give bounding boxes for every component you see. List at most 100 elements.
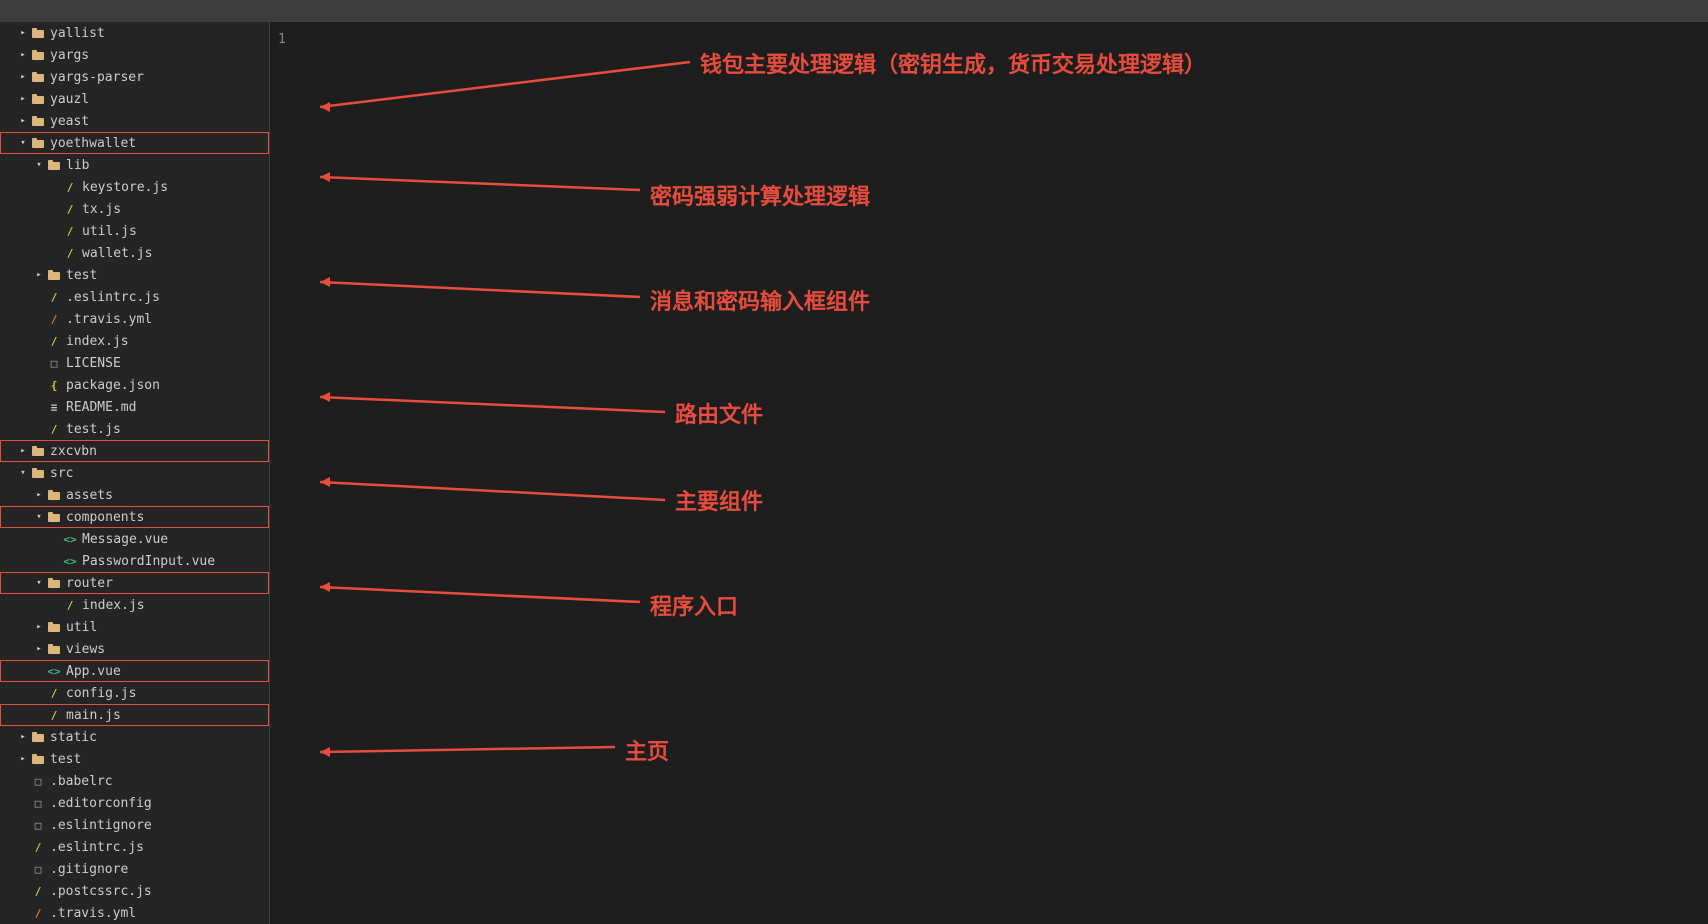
tree-label-yoethwallet: yoethwallet bbox=[50, 136, 265, 151]
tree-label-.eslintignore: .eslintignore bbox=[50, 818, 265, 833]
tree-label-components: components bbox=[66, 510, 265, 525]
tree-item-components[interactable]: ▾ components bbox=[0, 506, 269, 528]
tree-item-LICENSE[interactable]: □LICENSE bbox=[0, 352, 269, 374]
tree-item-util.js[interactable]: /util.js bbox=[0, 220, 269, 242]
file-icon-.editorconfig: □ bbox=[30, 795, 46, 811]
tree-item-.editorconfig[interactable]: □ .editorconfig bbox=[0, 792, 269, 814]
tree-item-.eslintrc.js-root[interactable]: / .eslintrc.js bbox=[0, 836, 269, 858]
tree-label-views: views bbox=[66, 642, 265, 657]
tree-item-wallet.js[interactable]: /wallet.js bbox=[0, 242, 269, 264]
tree-item-tx.js[interactable]: /tx.js bbox=[0, 198, 269, 220]
file-icon-config.js: / bbox=[46, 685, 62, 701]
tree-label-.eslintrc.js-root: .eslintrc.js bbox=[50, 840, 265, 855]
sidebar: ▸yallist▸yargs▸yargs-parser▸yauzl▸yeast▾… bbox=[0, 22, 270, 924]
tree-item-test-root[interactable]: ▸ test bbox=[0, 748, 269, 770]
tree-label-util: util bbox=[66, 620, 265, 635]
tree-item-App.vue[interactable]: <>App.vue bbox=[0, 660, 269, 682]
tree-item-yallist[interactable]: ▸yallist bbox=[0, 22, 269, 44]
svg-text:钱包主要处理逻辑（密钥生成，货币交易处理逻辑）: 钱包主要处理逻辑（密钥生成，货币交易处理逻辑） bbox=[700, 52, 1206, 77]
tree-item-test[interactable]: ▸ test bbox=[0, 264, 269, 286]
tree-item-router[interactable]: ▾ router bbox=[0, 572, 269, 594]
tree-label-yeast: yeast bbox=[50, 114, 265, 129]
tree-item-.babelrc[interactable]: □ .babelrc bbox=[0, 770, 269, 792]
tree-item-config.js[interactable]: / config.js bbox=[0, 682, 269, 704]
svg-text:路由文件: 路由文件 bbox=[675, 402, 763, 427]
svg-text:消息和密码输入框组件: 消息和密码输入框组件 bbox=[650, 289, 870, 314]
tree-label-assets: assets bbox=[66, 488, 265, 503]
tree-label-test: test bbox=[66, 268, 265, 283]
file-icon-router-index.js: / bbox=[62, 597, 78, 613]
folder-arrow-test[interactable]: ▸ bbox=[32, 268, 46, 282]
folder-arrow-src[interactable]: ▾ bbox=[16, 466, 30, 480]
folder-arrow-static[interactable]: ▸ bbox=[16, 730, 30, 744]
tree-label-.editorconfig: .editorconfig bbox=[50, 796, 265, 811]
tree-item-.travis.yml-root[interactable]: /.travis.yml bbox=[0, 902, 269, 924]
tree-item-assets[interactable]: ▸ assets bbox=[0, 484, 269, 506]
file-icon-LICENSE: □ bbox=[46, 355, 62, 371]
tree-label-static: static bbox=[50, 730, 265, 745]
folder-icon-router bbox=[46, 575, 62, 591]
tree-item-src[interactable]: ▾src bbox=[0, 462, 269, 484]
tree-label-router: router bbox=[66, 576, 265, 591]
folder-arrow-router[interactable]: ▾ bbox=[32, 576, 46, 590]
tree-item-router-index.js[interactable]: /index.js bbox=[0, 594, 269, 616]
tree-item-README.md[interactable]: ≡README.md bbox=[0, 396, 269, 418]
tree-label-zxcvbn: zxcvbn bbox=[50, 444, 265, 459]
tree-item-yoethwallet[interactable]: ▾ yoethwallet bbox=[0, 132, 269, 154]
folder-arrow-yargs-parser[interactable]: ▸ bbox=[16, 70, 30, 84]
tree-item-PasswordInput.vue[interactable]: <>PasswordInput.vue bbox=[0, 550, 269, 572]
tree-item-static[interactable]: ▸ static bbox=[0, 726, 269, 748]
tree-item-.travis.yml[interactable]: /.travis.yml bbox=[0, 308, 269, 330]
folder-arrow-util[interactable]: ▸ bbox=[32, 620, 46, 634]
folder-arrow-yargs[interactable]: ▸ bbox=[16, 48, 30, 62]
tree-item-.postcssrc.js[interactable]: / .postcssrc.js bbox=[0, 880, 269, 902]
top-bar bbox=[0, 0, 1708, 22]
folder-icon-views bbox=[46, 641, 62, 657]
folder-arrow-lib[interactable]: ▾ bbox=[32, 158, 46, 172]
tree-item-yauzl[interactable]: ▸ yauzl bbox=[0, 88, 269, 110]
tree-label-index.js: index.js bbox=[66, 334, 265, 349]
folder-arrow-yauzl[interactable]: ▸ bbox=[16, 92, 30, 106]
tree-item-yargs[interactable]: ▸yargs bbox=[0, 44, 269, 66]
tree-label-config.js: config.js bbox=[66, 686, 265, 701]
folder-arrow-assets[interactable]: ▸ bbox=[32, 488, 46, 502]
tree-item-test.js[interactable]: /test.js bbox=[0, 418, 269, 440]
folder-arrow-test-root[interactable]: ▸ bbox=[16, 752, 30, 766]
tree-label-.postcssrc.js: .postcssrc.js bbox=[50, 884, 265, 899]
tree-item-package.json[interactable]: {package.json bbox=[0, 374, 269, 396]
tree-item-yeast[interactable]: ▸ yeast bbox=[0, 110, 269, 132]
tree-item-main.js[interactable]: /main.js bbox=[0, 704, 269, 726]
file-icon-.postcssrc.js: / bbox=[30, 883, 46, 899]
tree-item-Message.vue[interactable]: <>Message.vue bbox=[0, 528, 269, 550]
file-icon-wallet.js: / bbox=[62, 245, 78, 261]
tree-item-index.js[interactable]: /index.js bbox=[0, 330, 269, 352]
tree-item-.eslintrc.js[interactable]: /.eslintrc.js bbox=[0, 286, 269, 308]
tree-item-views[interactable]: ▸ views bbox=[0, 638, 269, 660]
tree-item-zxcvbn[interactable]: ▸ zxcvbn bbox=[0, 440, 269, 462]
folder-arrow-views[interactable]: ▸ bbox=[32, 642, 46, 656]
tree-item-.eslintignore[interactable]: □.eslintignore bbox=[0, 814, 269, 836]
tree-label-yauzl: yauzl bbox=[50, 92, 265, 107]
tree-label-.babelrc: .babelrc bbox=[50, 774, 265, 789]
tree-item-lib[interactable]: ▾lib bbox=[0, 154, 269, 176]
folder-icon-util bbox=[46, 619, 62, 635]
tree-item-keystore.js[interactable]: /keystore.js bbox=[0, 176, 269, 198]
svg-text:程序入口: 程序入口 bbox=[650, 594, 738, 619]
folder-arrow-yeast[interactable]: ▸ bbox=[16, 114, 30, 128]
file-icon-.eslintrc.js-root: / bbox=[30, 839, 46, 855]
file-icon-.babelrc: □ bbox=[30, 773, 46, 789]
folder-arrow-yoethwallet[interactable]: ▾ bbox=[16, 136, 30, 150]
folder-arrow-yallist[interactable]: ▸ bbox=[16, 26, 30, 40]
tree-label-keystore.js: keystore.js bbox=[82, 180, 265, 195]
folder-arrow-zxcvbn[interactable]: ▸ bbox=[16, 444, 30, 458]
file-icon-Message.vue: <> bbox=[62, 531, 78, 547]
tree-item-.gitignore[interactable]: □.gitignore bbox=[0, 858, 269, 880]
file-icon-main.js: / bbox=[46, 707, 62, 723]
file-icon-util.js: / bbox=[62, 223, 78, 239]
tree-item-yargs-parser[interactable]: ▸yargs-parser bbox=[0, 66, 269, 88]
tree-label-.travis.yml: .travis.yml bbox=[66, 312, 265, 327]
folder-arrow-components[interactable]: ▾ bbox=[32, 510, 46, 524]
editor-area: 1 钱包主要处理逻辑（密钥生成，货币交易处理逻辑）密码强弱计算处理逻辑消息和密码… bbox=[270, 22, 1708, 924]
tree-item-util[interactable]: ▸ util bbox=[0, 616, 269, 638]
tree-label-test-root: test bbox=[50, 752, 265, 767]
